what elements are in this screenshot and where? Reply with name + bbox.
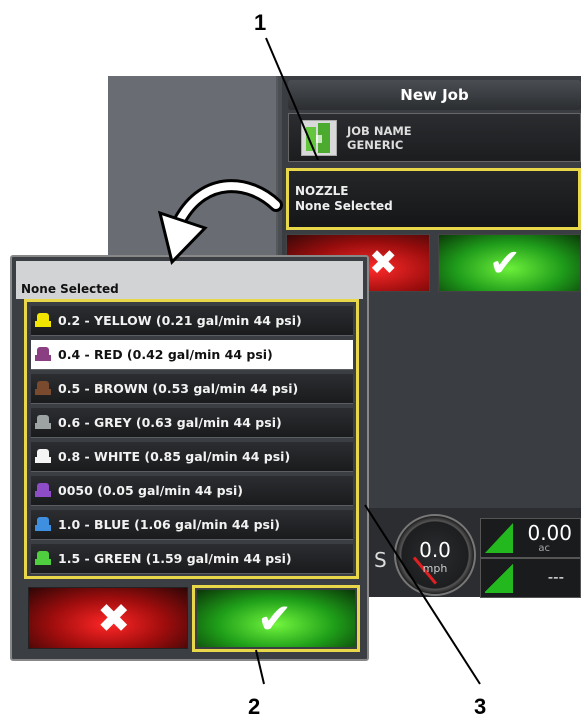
nozzle-option-label: 1.5 - GREEN (1.59 gal/min 44 psi) xyxy=(58,551,292,566)
dropdown-header: None Selected xyxy=(16,261,363,299)
dropdown-cancel-button[interactable]: ✖ xyxy=(28,587,188,649)
nozzle-option-label: 0.2 - YELLOW (0.21 gal/min 44 psi) xyxy=(58,313,302,328)
nozzle-label: NOZZLE xyxy=(295,184,349,198)
nozzle-option[interactable]: 0.6 - GREY (0.63 gal/min 44 psi) xyxy=(31,408,353,438)
callout-1: 1 xyxy=(254,10,267,35)
nozzle-field[interactable]: NOZZLE None Selected xyxy=(286,168,581,230)
nozzle-icon xyxy=(35,313,51,329)
job-name-text: JOB NAME GENERIC xyxy=(347,124,412,152)
nozzle-icon xyxy=(35,483,51,499)
area-stat[interactable]: 0.00 ac xyxy=(480,518,581,558)
rate-stat[interactable]: --- xyxy=(480,558,581,598)
nozzle-option[interactable]: 0.5 - BROWN (0.53 gal/min 44 psi) xyxy=(31,374,353,404)
dropdown-confirm-highlight: ✔ xyxy=(192,585,360,652)
nozzle-icon xyxy=(35,415,51,431)
job-name-label: JOB NAME xyxy=(347,124,412,138)
rate-value: --- xyxy=(547,568,564,586)
nozzle-option-label: 1.0 - BLUE (1.06 gal/min 44 psi) xyxy=(58,517,280,532)
nozzle-option[interactable]: 0.4 - RED (0.42 gal/min 44 psi) xyxy=(31,340,353,370)
checkmark-icon: ✔ xyxy=(257,594,293,643)
nozzle-icon xyxy=(35,517,51,533)
nozzle-option[interactable]: 0.2 - YELLOW (0.21 gal/min 44 psi) xyxy=(31,306,353,336)
nozzle-option-label: 0.6 - GREY (0.63 gal/min 44 psi) xyxy=(58,415,282,430)
area-indicator-icon xyxy=(485,523,513,553)
partial-status-text: S xyxy=(374,548,387,572)
nozzle-icon xyxy=(35,381,51,397)
nozzle-icon xyxy=(35,551,51,567)
speed-unit: mph xyxy=(422,562,448,575)
nozzle-icon xyxy=(35,347,51,363)
dropdown-header-text: None Selected xyxy=(21,282,119,296)
nozzle-list: 0.2 - YELLOW (0.21 gal/min 44 psi) 0.4 - … xyxy=(24,299,359,579)
checkmark-icon: ✔ xyxy=(489,241,521,285)
callout-3: 3 xyxy=(474,694,487,719)
nozzle-value: None Selected xyxy=(295,199,393,213)
nozzle-icon xyxy=(35,449,51,465)
job-name-value: GENERIC xyxy=(347,138,404,152)
nozzle-option-label: 0050 (0.05 gal/min 44 psi) xyxy=(58,483,243,498)
new-job-title: New Job xyxy=(288,80,581,110)
dropdown-confirm-button[interactable]: ✔ xyxy=(197,590,355,647)
nozzle-option-label: 0.8 - WHITE (0.85 gal/min 44 psi) xyxy=(58,449,291,464)
nozzle-text: NOZZLE None Selected xyxy=(295,184,393,214)
job-confirm-button[interactable]: ✔ xyxy=(438,234,581,292)
speed-value: 0.0 xyxy=(419,538,451,562)
nozzle-option[interactable]: 0.8 - WHITE (0.85 gal/min 44 psi) xyxy=(31,442,353,472)
close-icon: ✖ xyxy=(97,596,131,642)
nozzle-option-label: 0.5 - BROWN (0.53 gal/min 44 psi) xyxy=(58,381,299,396)
rate-indicator-icon xyxy=(485,563,513,593)
nozzle-option[interactable]: 1.5 - GREEN (1.59 gal/min 44 psi) xyxy=(31,544,353,574)
job-name-row[interactable]: JOB NAME GENERIC xyxy=(288,113,581,162)
nozzle-option[interactable]: 0050 (0.05 gal/min 44 psi) xyxy=(31,476,353,506)
nozzle-option[interactable]: 1.0 - BLUE (1.06 gal/min 44 psi) xyxy=(31,510,353,540)
nozzle-dropdown: None Selected 0.2 - YELLOW (0.21 gal/min… xyxy=(10,255,369,661)
callout-2: 2 xyxy=(248,694,261,719)
close-icon: ✖ xyxy=(369,243,398,283)
nozzle-option-label: 0.4 - RED (0.42 gal/min 44 psi) xyxy=(58,347,273,362)
area-value: 0.00 xyxy=(527,521,572,545)
field-map-icon xyxy=(301,120,337,156)
speed-gauge: 0.0 mph xyxy=(394,514,476,596)
area-unit: ac xyxy=(538,543,550,554)
